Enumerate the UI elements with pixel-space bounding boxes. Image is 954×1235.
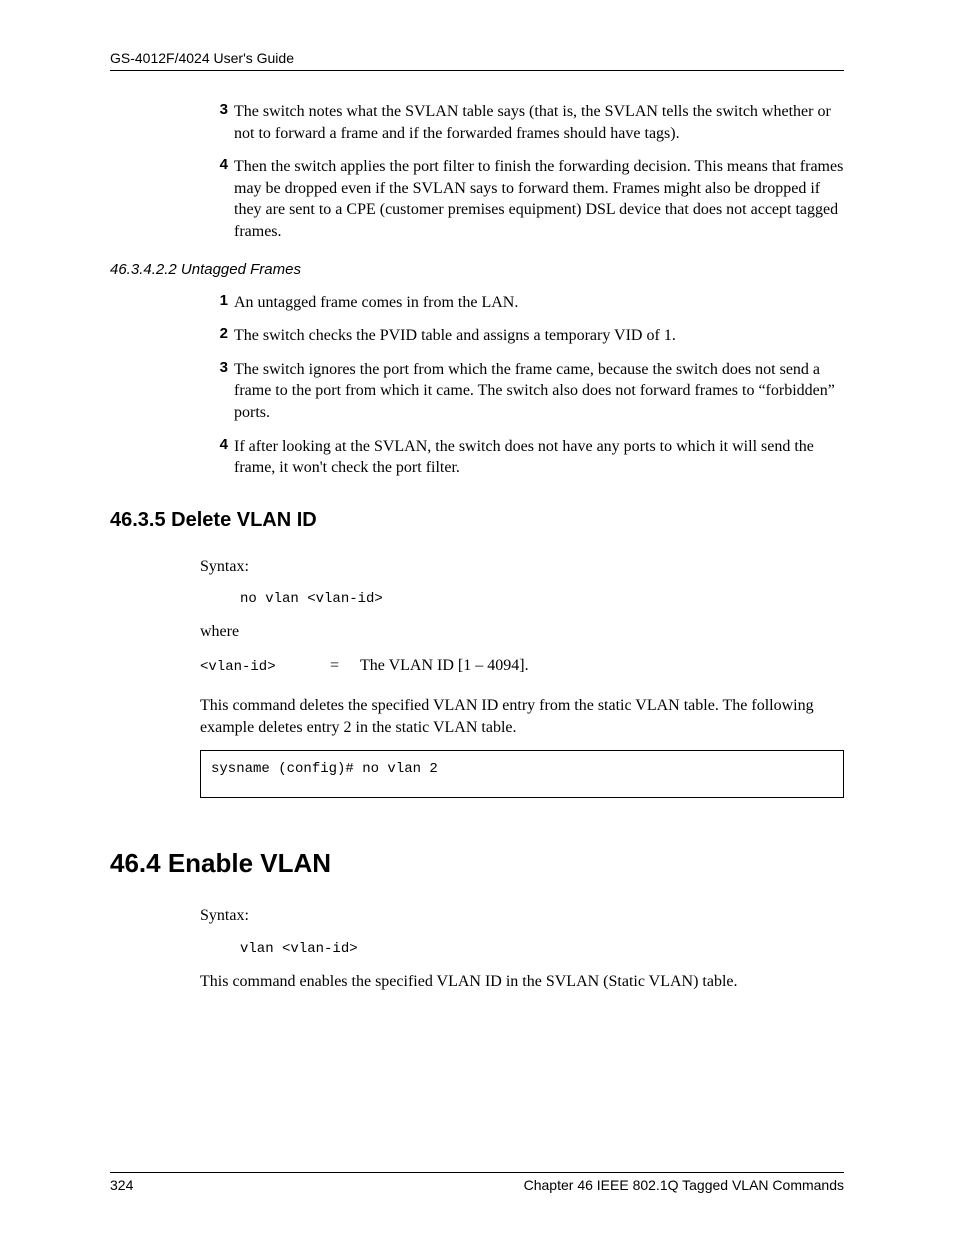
page-number: 324: [110, 1177, 133, 1193]
list-item: 1 An untagged frame comes in from the LA…: [210, 292, 844, 314]
param-row: <vlan-id> = The VLAN ID [1 – 4094].: [200, 657, 844, 675]
list-number: 4: [210, 436, 228, 453]
list-text: Then the switch applies the port filter …: [234, 156, 844, 242]
section-body-enable: Syntax: vlan <vlan-id> This command enab…: [200, 905, 844, 992]
list-number: 4: [210, 156, 228, 173]
syntax-label: Syntax:: [200, 905, 844, 927]
syntax-code-delete: no vlan <vlan-id>: [240, 591, 844, 607]
sub-sub-heading: 46.3.4.2.2 Untagged Frames: [110, 261, 844, 278]
list-text: The switch checks the PVID table and ass…: [234, 325, 844, 347]
running-header: GS-4012F/4024 User's Guide: [110, 50, 844, 71]
list-item: 3 The switch notes what the SVLAN table …: [210, 101, 844, 144]
list-number: 1: [210, 292, 228, 309]
param-equals: =: [330, 657, 360, 675]
enable-description: This command enables the specified VLAN …: [200, 971, 844, 993]
list-item: 3 The switch ignores the port from which…: [210, 359, 844, 424]
page-footer: 324 Chapter 46 IEEE 802.1Q Tagged VLAN C…: [110, 1172, 844, 1193]
section-heading-enable-vlan: 46.4 Enable VLAN: [110, 848, 844, 879]
list-item: 4 If after looking at the SVLAN, the swi…: [210, 436, 844, 479]
chapter-label: Chapter 46 IEEE 802.1Q Tagged VLAN Comma…: [524, 1177, 844, 1193]
code-example-text: sysname (config)# no vlan 2: [211, 761, 833, 777]
list-number: 2: [210, 325, 228, 342]
page: GS-4012F/4024 User's Guide 3 The switch …: [0, 0, 954, 1235]
section-heading-delete-vlan: 46.3.5 Delete VLAN ID: [110, 509, 844, 532]
where-label: where: [200, 621, 844, 643]
param-desc: The VLAN ID [1 – 4094].: [360, 657, 529, 675]
list-text: The switch notes what the SVLAN table sa…: [234, 101, 844, 144]
list-text: An untagged frame comes in from the LAN.: [234, 292, 844, 314]
code-example-box: sysname (config)# no vlan 2: [200, 750, 844, 798]
syntax-code-enable: vlan <vlan-id>: [240, 941, 844, 957]
list-item: 2 The switch checks the PVID table and a…: [210, 325, 844, 347]
list-number: 3: [210, 101, 228, 118]
syntax-label: Syntax:: [200, 556, 844, 578]
list-text: If after looking at the SVLAN, the switc…: [234, 436, 844, 479]
list-number: 3: [210, 359, 228, 376]
list-item: 4 Then the switch applies the port filte…: [210, 156, 844, 242]
section-body-delete: Syntax: no vlan <vlan-id> where <vlan-id…: [200, 556, 844, 798]
list-text: The switch ignores the port from which t…: [234, 359, 844, 424]
delete-description: This command deletes the specified VLAN …: [200, 695, 844, 738]
param-name: <vlan-id>: [200, 659, 330, 675]
